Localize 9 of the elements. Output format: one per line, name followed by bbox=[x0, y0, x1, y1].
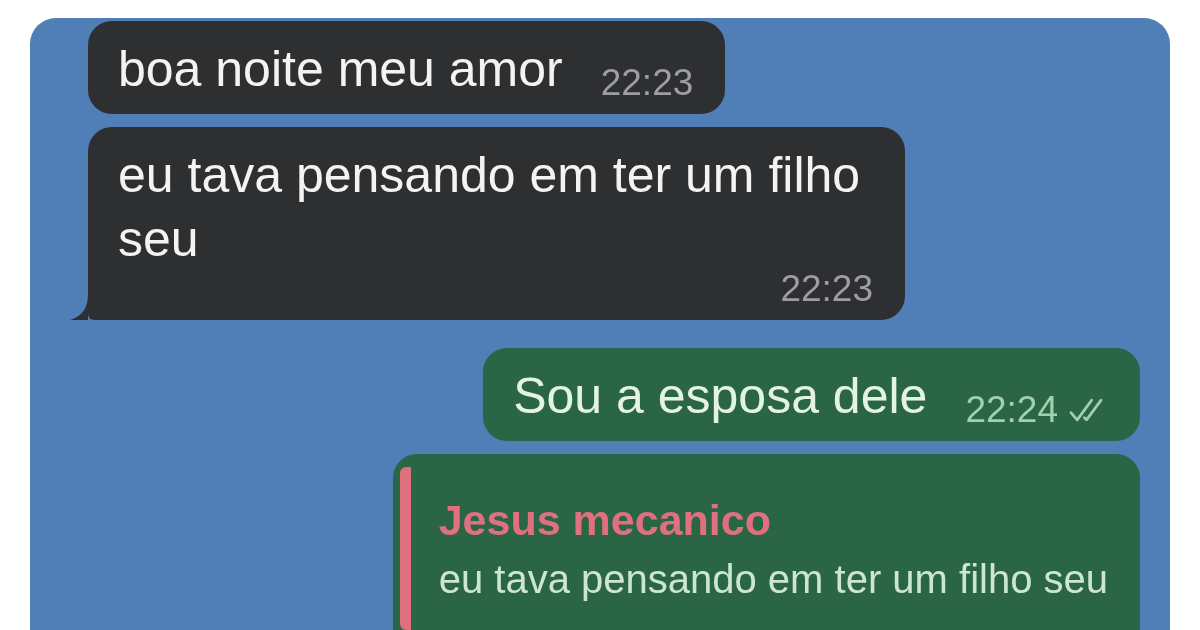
message-text: boa noite meu amor bbox=[118, 41, 563, 97]
message-time: 22:24 bbox=[965, 389, 1058, 431]
reply-quote[interactable]: Jesus mecanico eu tava pensando em ter um filho seu bbox=[399, 467, 1108, 630]
reply-author: Jesus mecanico bbox=[438, 495, 772, 545]
message-time: 22:23 bbox=[780, 268, 873, 310]
message-text: Sou a esposa dele bbox=[513, 368, 928, 424]
reply-text: eu tava pensando em ter um filho seu bbox=[438, 556, 1108, 603]
message-time: 22:23 bbox=[600, 62, 694, 104]
message-text: eu tava pensando em ter um filho seu bbox=[118, 147, 861, 267]
